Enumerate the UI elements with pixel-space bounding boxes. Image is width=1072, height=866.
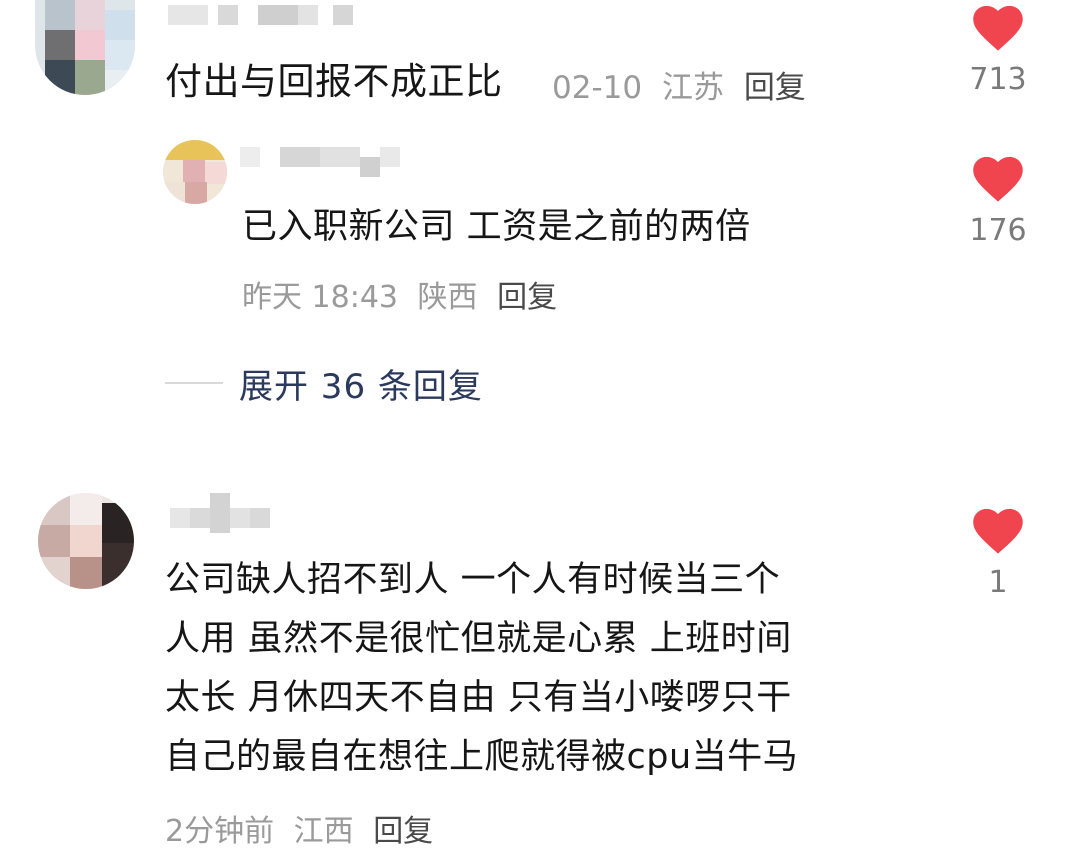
like-count: 1 [988, 565, 1008, 600]
heart-icon [973, 508, 1023, 554]
avatar[interactable] [163, 140, 227, 204]
comment-text: 付出与回报不成正比 [165, 60, 503, 103]
username-blurred[interactable] [168, 5, 358, 25]
comment-meta: 2分钟前 江西 回复 [165, 806, 443, 850]
reply-button[interactable]: 回复 [497, 280, 557, 315]
expand-replies-label: 展开 36 条回复 [239, 366, 483, 407]
comment-text: 已入职新公司 工资是之前的两倍 [242, 207, 751, 247]
comment-text-line: 自己的最自在想往上爬就得被cpu当牛马 [165, 737, 799, 777]
expand-replies-button[interactable]: 展开 36 条回复 [165, 355, 483, 411]
like-button[interactable]: 713 [968, 2, 1028, 97]
comment-date: 02-10 [552, 70, 643, 106]
username-blurred[interactable] [240, 147, 400, 177]
comment-feed: 付出与回报不成正比 02-10 江苏 回复 713 已入职新公司 工资是之前的两… [0, 0, 1072, 866]
comment-text-line: 太长 月休四天不自由 只有当小喽啰只干 [165, 678, 792, 718]
comment-meta: 昨天 18:43 陕西 回复 [242, 272, 567, 316]
comment-location: 陕西 [417, 280, 478, 315]
like-count: 176 [969, 213, 1027, 248]
like-button[interactable]: 176 [968, 153, 1028, 248]
reply-button[interactable]: 回复 [744, 70, 806, 106]
comment-location: 江苏 [661, 70, 724, 106]
username-blurred[interactable] [170, 493, 270, 533]
heart-icon [973, 156, 1023, 202]
avatar[interactable] [35, 0, 135, 95]
like-count: 713 [969, 62, 1027, 97]
comment-date: 2分钟前 [165, 814, 275, 849]
comment-text-line: 人用 虽然不是很忙但就是心累 上班时间 [165, 619, 792, 659]
comment-text-line: 公司缺人招不到人 一个人有时候当三个 [165, 560, 781, 600]
reply-button[interactable]: 回复 [373, 814, 433, 849]
comment-date: 昨天 18:43 [242, 280, 398, 315]
avatar[interactable] [38, 493, 134, 589]
comment-location: 江西 [293, 814, 354, 849]
comment-meta: 02-10 江苏 回复 [552, 62, 816, 107]
divider [165, 382, 223, 384]
like-button[interactable]: 1 [968, 505, 1028, 600]
heart-icon [973, 5, 1023, 51]
